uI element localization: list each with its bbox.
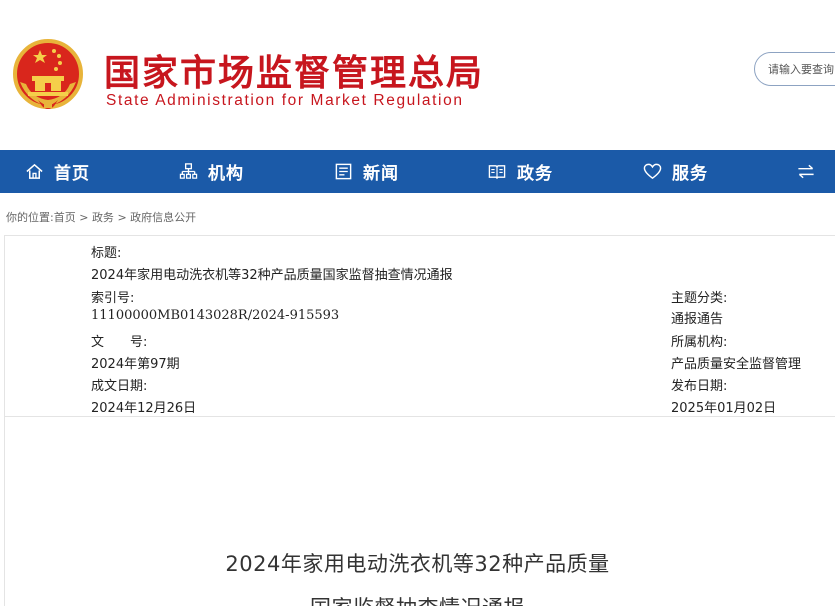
title-label: 标题: [91, 246, 122, 261]
agency-label: 所属机构: [671, 335, 728, 350]
category-label: 主题分类: [671, 291, 728, 306]
breadcrumb-separator: > [117, 211, 127, 224]
site-logo-cn[interactable]: 国家市场监督管理总局 [104, 44, 484, 96]
nav-item-home[interactable]: 首页 [24, 150, 90, 193]
article-title-line-1: 2024年家用电动洗衣机等32种产品质量 [225, 552, 610, 576]
heart-icon [642, 162, 662, 182]
nav-item-org[interactable]: 机构 [178, 150, 244, 193]
document-icon [487, 162, 507, 182]
nav-label-news: 新闻 [363, 164, 399, 184]
main-nav: 首页 机构 新闻 政务 服务 [0, 150, 835, 193]
breadcrumb-link-home[interactable]: 首页 [54, 211, 76, 224]
nav-item-interaction[interactable] [796, 150, 826, 193]
breadcrumb: 你的位置:首页 > 政务 > 政府信息公开 [6, 209, 196, 225]
breadcrumb-prefix: 你的位置: [6, 211, 54, 224]
breadcrumb-link-gov-info[interactable]: 政府信息公开 [130, 211, 196, 224]
national-emblem-icon [13, 39, 83, 109]
publish-date-label: 发布日期: [671, 379, 728, 394]
home-icon [24, 162, 44, 182]
created-date-label: 成文日期: [91, 379, 148, 394]
article-title-line-2: 国家监督抽查情况通报 [0, 592, 835, 606]
site-header: 国家市场监督管理总局 State Administration for Mark… [0, 0, 835, 150]
nav-item-gov-affairs[interactable]: 政务 [487, 150, 553, 193]
category-value: 通报通告 [671, 312, 724, 327]
agency-value: 产品质量安全监督管理 [671, 357, 802, 372]
created-date-value: 2024年12月26日 [91, 401, 197, 416]
title-value: 2024年家用电动洗衣机等32种产品质量国家监督抽查情况通报 [91, 268, 453, 283]
news-icon [333, 162, 353, 182]
index-number-label: 索引号: [91, 291, 135, 306]
nav-label-services: 服务 [672, 164, 708, 184]
search-input[interactable] [755, 53, 835, 85]
nav-item-news[interactable]: 新闻 [333, 150, 399, 193]
org-chart-icon [178, 162, 198, 182]
breadcrumb-link-gov-affairs[interactable]: 政务 [92, 211, 114, 224]
search-box[interactable] [754, 52, 835, 86]
document-number-value: 2024年第97期 [91, 357, 180, 372]
nav-label-org: 机构 [208, 164, 244, 184]
document-info-panel: 标题: 2024年家用电动洗衣机等32种产品质量国家监督抽查情况通报 索引号: … [4, 235, 835, 417]
nav-item-services[interactable]: 服务 [642, 150, 708, 193]
nav-label-gov-affairs: 政务 [517, 164, 553, 184]
exchange-arrows-icon [796, 162, 816, 182]
index-number-value: 11100000MB0143028R/2024-915593 [91, 308, 340, 323]
document-number-label: 文 号: [91, 335, 148, 350]
breadcrumb-separator: > [79, 211, 89, 224]
nav-label-home: 首页 [54, 164, 90, 184]
publish-date-value: 2025年01月02日 [671, 401, 777, 416]
site-logo-en: State Administration for Market Regulati… [106, 92, 464, 109]
